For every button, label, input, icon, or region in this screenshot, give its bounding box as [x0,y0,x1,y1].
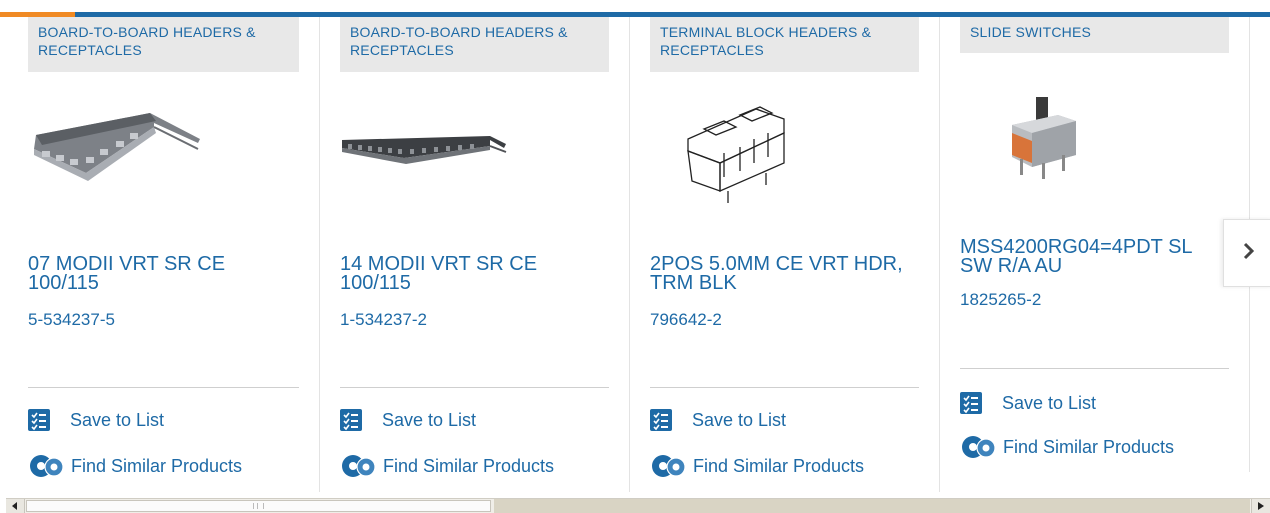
chevron-right-icon [1242,241,1256,266]
find-similar-button[interactable]: Find Similar Products [650,454,864,478]
product-title[interactable]: 2POS 5.0MM CE VRT HDR, TRM BLK [650,254,920,293]
save-to-list-label: Save to List [1002,392,1097,413]
grip-icon [253,503,264,509]
gears-icon [28,454,65,478]
carousel-next-button[interactable] [1223,219,1270,287]
card-rule [340,387,609,388]
find-similar-label: Find Similar Products [383,455,555,476]
scroll-right-arrow-icon [1258,502,1264,510]
category-label[interactable]: TERMINAL BLOCK HEADERS & RECEPTACLES [650,17,919,72]
category-label[interactable]: BOARD-TO-BOARD HEADERS & RECEPTACLES [28,17,299,72]
gears-icon [960,435,997,459]
horizontal-scrollbar[interactable] [6,498,1270,513]
card-rule [28,387,299,388]
save-to-list-button[interactable]: Save to List [340,409,476,431]
scroll-left-button[interactable] [6,499,25,513]
card-divider [939,17,940,492]
find-similar-button[interactable]: Find Similar Products [960,435,1174,459]
checklist-icon [650,409,672,431]
category-label[interactable]: BOARD-TO-BOARD HEADERS & RECEPTACLES [340,17,609,72]
product-image[interactable] [1002,97,1082,192]
save-to-list-button[interactable]: Save to List [960,392,1096,414]
find-similar-label: Find Similar Products [71,455,243,476]
checklist-icon [28,409,50,431]
product-title[interactable]: MSS4200RG04=4PDT SL SW R/A AU [960,237,1220,276]
category-label[interactable]: SLIDE SWITCHES [960,17,1229,53]
save-to-list-button[interactable]: Save to List [650,409,786,431]
gears-icon [340,454,377,478]
product-title[interactable]: 14 MODII VRT SR CE 100/115 [340,254,590,293]
find-similar-label: Find Similar Products [693,455,865,476]
card-divider [629,17,630,492]
part-number[interactable]: 1825265-2 [960,290,1041,310]
save-to-list-label: Save to List [70,409,165,430]
product-title[interactable]: 07 MODII VRT SR CE 100/115 [28,254,278,293]
checklist-icon [960,392,982,414]
card-divider [319,17,320,492]
save-to-list-button[interactable]: Save to List [28,409,164,431]
save-to-list-label: Save to List [382,409,477,430]
scrollbar-thumb[interactable] [26,500,491,512]
product-card: BOARD-TO-BOARD HEADERS & RECEPTACLES 14 … [340,17,630,492]
product-card: TERMINAL BLOCK HEADERS & RECEPTACLES 2PO… [650,17,940,492]
card-rule [650,387,919,388]
part-number[interactable]: 5-534237-5 [28,310,115,330]
scrollbar-track[interactable] [494,499,1250,513]
part-number[interactable]: 1-534237-2 [340,310,427,330]
product-image[interactable] [684,99,790,216]
find-similar-button[interactable]: Find Similar Products [340,454,554,478]
checklist-icon [340,409,362,431]
card-rule [960,368,1229,369]
save-to-list-label: Save to List [692,409,787,430]
scroll-left-arrow-icon [12,502,17,510]
product-image[interactable] [30,97,202,202]
product-card: BOARD-TO-BOARD HEADERS & RECEPTACLES 07 … [28,17,320,492]
find-similar-button[interactable]: Find Similar Products [28,454,242,478]
product-card: SLIDE SWITCHES MSS4200RG04=4PDT SL SW R/… [960,17,1250,472]
part-number[interactable]: 796642-2 [650,310,722,330]
gears-icon [650,454,687,478]
product-image[interactable] [340,130,510,175]
find-similar-label: Find Similar Products [1003,436,1175,457]
scroll-right-button[interactable] [1251,499,1270,513]
